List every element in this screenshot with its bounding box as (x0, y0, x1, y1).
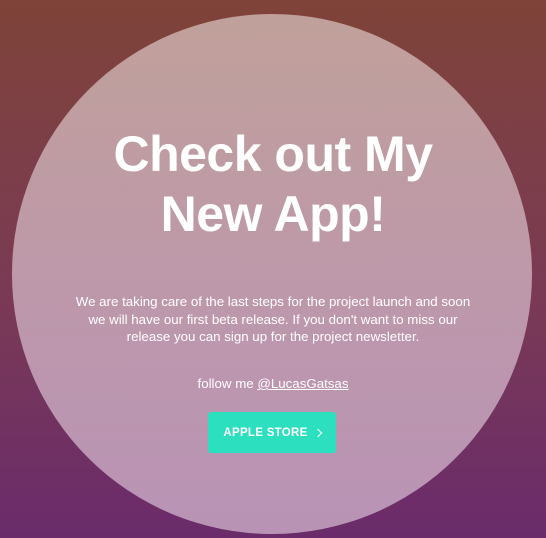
chevron-right-icon (313, 428, 322, 438)
hero-content: Check out My New App! We are taking care… (0, 0, 546, 538)
hero-description: We are taking care of the last steps for… (75, 294, 471, 344)
follow-prefix: follow me (197, 376, 258, 391)
page-title: Check out My New App! (113, 126, 433, 242)
apple-store-button-label: APPLE STORE (223, 426, 308, 439)
apple-store-button[interactable]: APPLE STORE (208, 412, 336, 453)
twitter-handle-link[interactable]: @LucasGatsas (257, 376, 348, 391)
follow-line: follow me @LucasGatsas (0, 375, 546, 392)
